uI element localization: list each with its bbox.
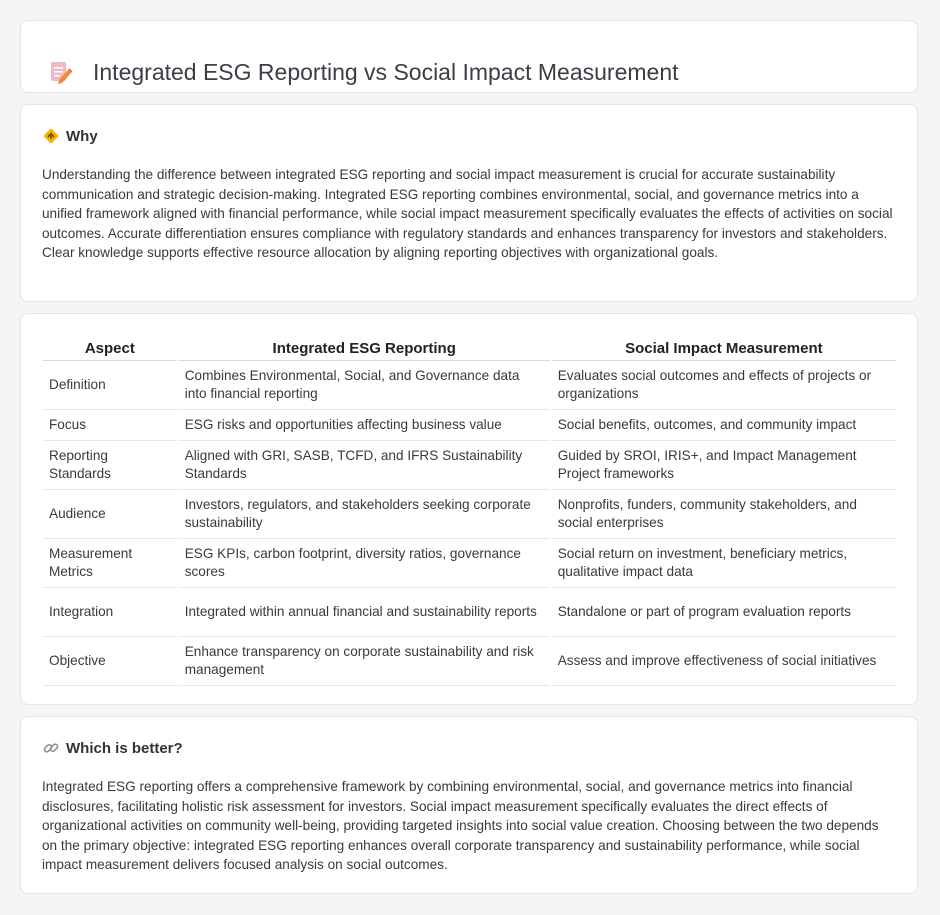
impact-cell: Standalone or part of program evaluation… [551,588,896,637]
document-edit-icon [47,59,73,85]
comparison-table: Aspect Integrated ESG Reporting Social I… [41,334,898,686]
esg-cell: Investors, regulators, and stakeholders … [178,490,550,539]
page-title: Integrated ESG Reporting vs Social Impac… [93,59,679,86]
impact-cell: Guided by SROI, IRIS+, and Impact Manage… [551,441,896,490]
aspect-cell: Definition [43,361,177,410]
header-aspect: Aspect [43,334,177,361]
table-header-row: Aspect Integrated ESG Reporting Social I… [43,334,896,361]
aspect-cell: Reporting Standards [43,441,177,490]
diamond-sign-icon [42,127,60,145]
esg-cell: Integrated within annual financial and s… [178,588,550,637]
impact-cell: Social benefits, outcomes, and community… [551,410,896,441]
impact-cell: Social return on investment, beneficiary… [551,539,896,588]
table-row: Objective Enhance transparency on corpor… [43,637,896,686]
table-row: Audience Investors, regulators, and stak… [43,490,896,539]
table-row: Definition Combines Environmental, Socia… [43,361,896,410]
comparison-section: Aspect Integrated ESG Reporting Social I… [20,313,918,705]
esg-cell: Aligned with GRI, SASB, TCFD, and IFRS S… [178,441,550,490]
link-icon [42,739,60,757]
table-row: Reporting Standards Aligned with GRI, SA… [43,441,896,490]
why-paragraph: Understanding the difference between int… [42,167,893,260]
esg-cell: Combines Environmental, Social, and Gove… [178,361,550,410]
aspect-cell: Focus [43,410,177,441]
aspect-cell: Audience [43,490,177,539]
impact-cell: Evaluates social outcomes and effects of… [551,361,896,410]
header-card: Integrated ESG Reporting vs Social Impac… [20,20,918,93]
aspect-cell: Objective [43,637,177,686]
aspect-cell: Integration [43,588,177,637]
why-section: Why Understanding the difference between… [20,104,918,302]
header-integrated-esg: Integrated ESG Reporting [178,334,550,361]
header-social-impact: Social Impact Measurement [551,334,896,361]
why-heading: Why [42,127,98,145]
better-paragraph: Integrated ESG reporting offers a compre… [42,779,879,872]
table-row: Focus ESG risks and opportunities affect… [43,410,896,441]
impact-cell: Assess and improve effectiveness of soci… [551,637,896,686]
better-heading: Which is better? [42,739,183,757]
why-title: Why [66,127,98,145]
which-is-better-section: Which is better? Integrated ESG reportin… [20,716,918,894]
esg-cell: Enhance transparency on corporate sustai… [178,637,550,686]
esg-cell: ESG KPIs, carbon footprint, diversity ra… [178,539,550,588]
table-row: Integration Integrated within annual fin… [43,588,896,637]
esg-cell: ESG risks and opportunities affecting bu… [178,410,550,441]
impact-cell: Nonprofits, funders, community stakehold… [551,490,896,539]
table-row: Measurement Metrics ESG KPIs, carbon foo… [43,539,896,588]
title-row: Integrated ESG Reporting vs Social Impac… [47,43,679,102]
aspect-cell: Measurement Metrics [43,539,177,588]
better-title: Which is better? [66,739,183,757]
